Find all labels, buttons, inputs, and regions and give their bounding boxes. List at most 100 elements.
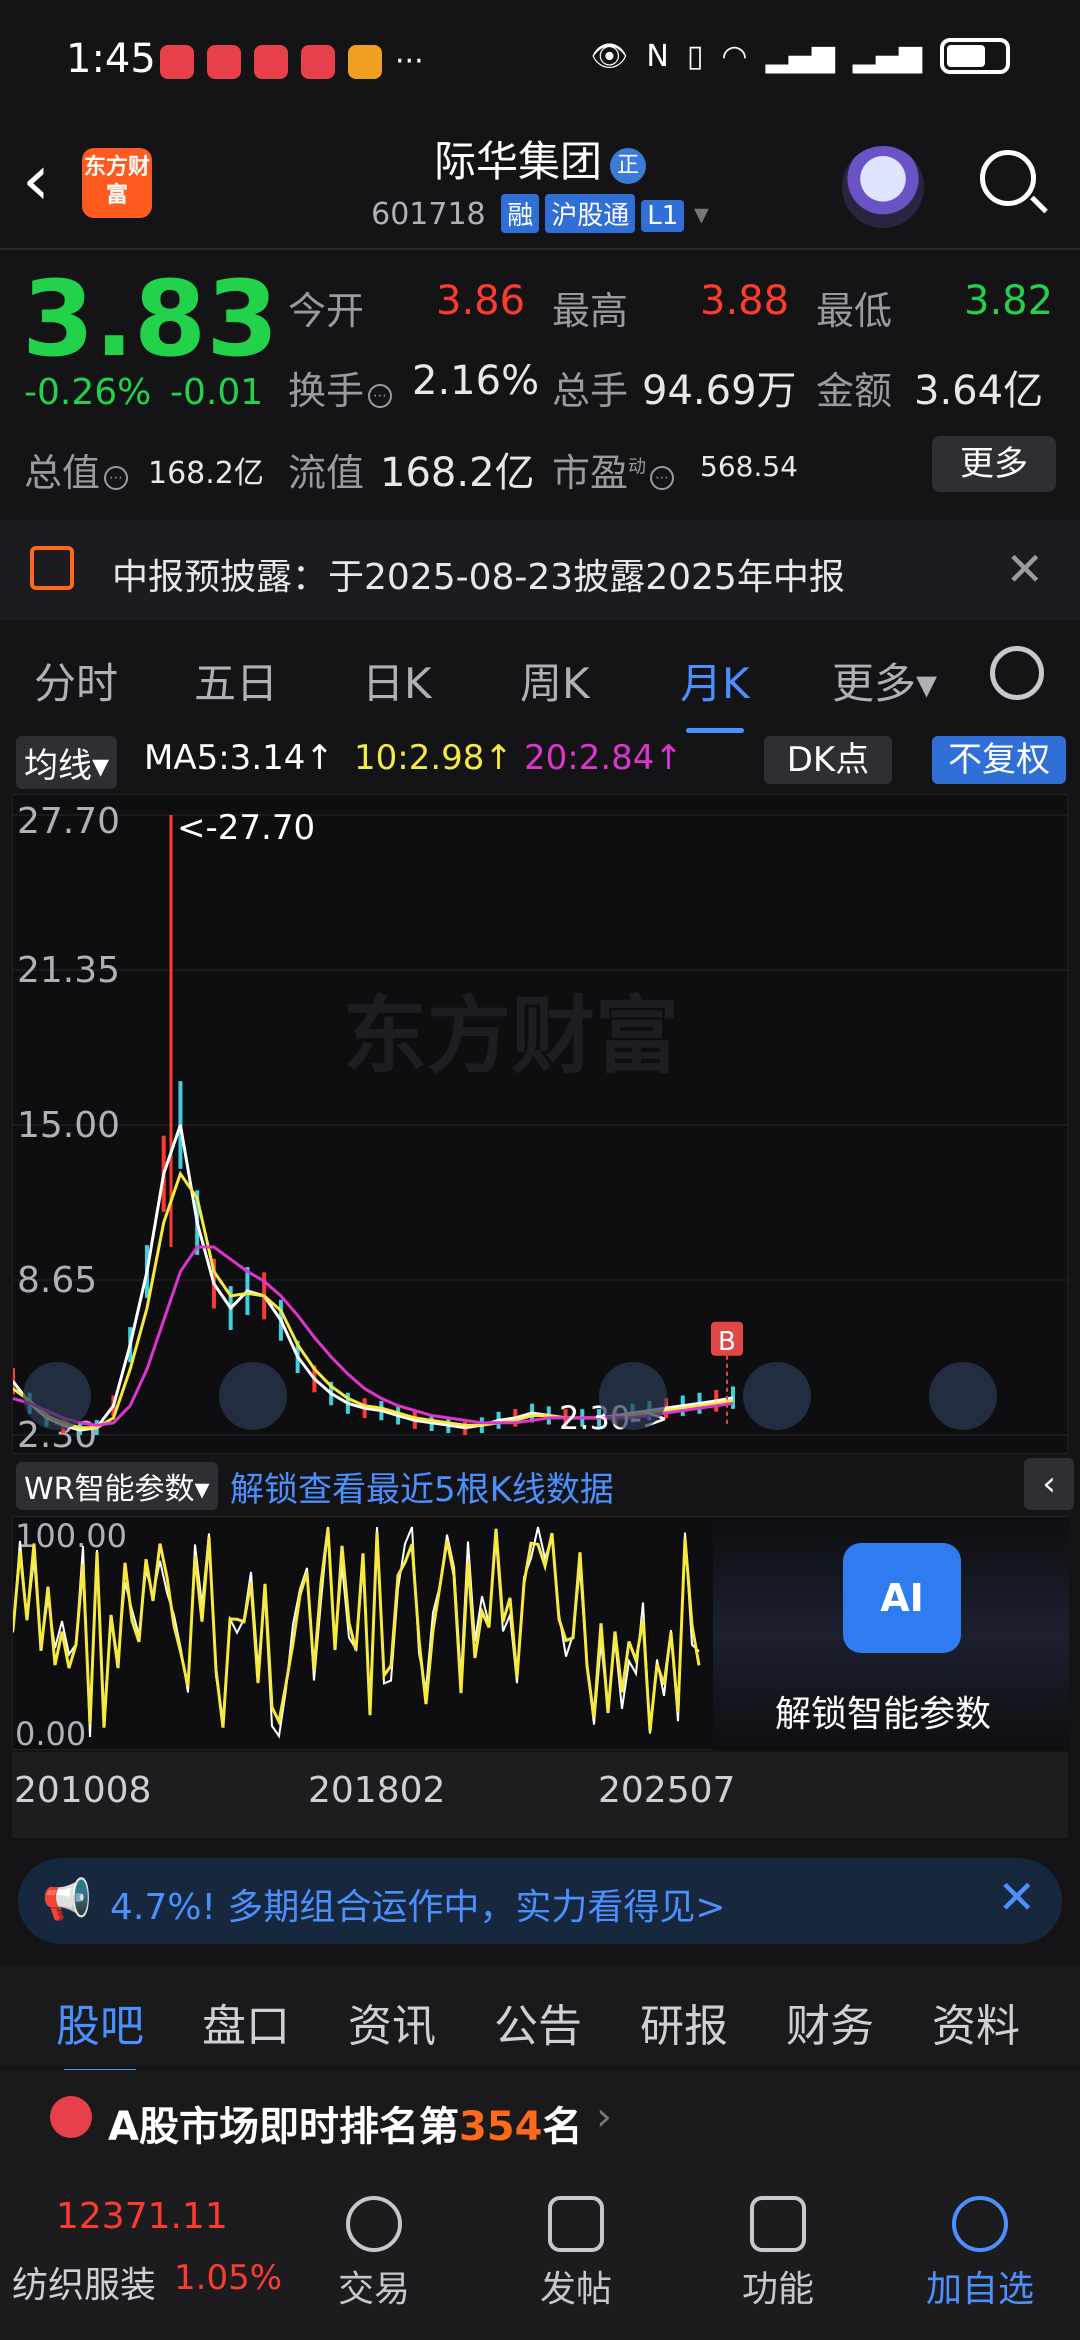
y-tick: 15.00 (17, 1105, 120, 1146)
kline-svg: 东方财富27.7021.3515.008.652.30<-27.702.30->… (11, 801, 1069, 1456)
tab-finance[interactable]: 财务 (786, 1990, 874, 2054)
plus-circle-icon (952, 2196, 1008, 2252)
turnover-label[interactable]: 换手 ⋯ (288, 360, 396, 415)
chevron-right-icon: › (596, 2094, 612, 2140)
pe-value: 568.54 (700, 450, 798, 483)
float-label: 流值 (288, 451, 365, 495)
search-icon[interactable] (980, 150, 1036, 206)
promo-banner[interactable]: 📢 4.7%! 多期组合运作中，实力看得见> ✕ (18, 1858, 1062, 1944)
volume-label: 总手 (552, 369, 629, 413)
chart-nav-button (599, 1361, 667, 1430)
sector-change: 1.05% (174, 2258, 283, 2298)
yen-icon (346, 2196, 402, 2252)
nav-function[interactable]: 功能 (678, 2170, 878, 2340)
tab-monthly-k[interactable]: 月K (680, 650, 750, 733)
notice-text: 中报预披露：于2025-08-23披露2025年中报 (112, 557, 845, 598)
volume-value: 94.69万 (642, 368, 797, 414)
ai-unlock-text: 解锁智能参数 (775, 1694, 992, 1735)
collapse-icon[interactable]: ‹ (1024, 1458, 1074, 1510)
tab-weekly-k[interactable]: 周K (520, 650, 590, 711)
tab-research[interactable]: 研报 (640, 1990, 728, 2054)
divider (0, 248, 1080, 250)
tab-more[interactable]: 更多▾ (832, 650, 937, 711)
turnover-value: 2.16% (412, 358, 540, 404)
open-value: 3.86 (436, 278, 526, 324)
mktcap-label[interactable]: 总值 ⋯ (24, 442, 132, 497)
stock-code: 601718 (371, 197, 486, 232)
rank-row[interactable]: A股市场即时排名第354名 › (0, 2070, 1080, 2170)
nav-label: 交易 (337, 2269, 410, 2310)
amount-value: 3.64亿 (914, 368, 1044, 414)
nav-post[interactable]: 发帖 (476, 2170, 676, 2340)
state-owned-tag: 正 (610, 148, 646, 184)
dk-point-button[interactable]: DK点 (764, 736, 892, 784)
ma5-value: MA5:3.14↑ (144, 738, 334, 778)
content-tabs: 股吧 盘口 资讯 公告 研报 财务 资料 (0, 1966, 1080, 2074)
notification-icons: ··· (160, 44, 424, 79)
rank-icon (50, 2096, 92, 2138)
x-tick: 201008 (14, 1770, 152, 1811)
adjust-button[interactable]: 不复权 (932, 736, 1066, 784)
wifi-icon: ◠ (721, 38, 748, 74)
tab-pankou[interactable]: 盘口 (202, 1990, 290, 2054)
pe-sup: 动 (628, 456, 647, 478)
nav-add-watchlist[interactable]: 加自选 (880, 2170, 1080, 2340)
ma20-value: 20:2.84↑ (524, 738, 683, 778)
tab-profile[interactable]: 资料 (932, 1990, 1020, 2054)
chart-nav-button (743, 1361, 811, 1430)
tab-news[interactable]: 资讯 (348, 1990, 436, 2054)
last-price: 3.83 (22, 258, 279, 380)
battery-icon (940, 38, 1010, 74)
sector-index[interactable]: 12371.11 纺织服装 1.05% (0, 2170, 290, 2340)
eye-icon: 👁 (590, 38, 629, 74)
notice-bar[interactable]: 中报预披露：于2025-08-23披露2025年中报 ✕ (0, 520, 1080, 620)
tab-daily-k[interactable]: 日K (362, 650, 432, 711)
x-tick: 201802 (308, 1770, 446, 1811)
tab-intraday[interactable]: 分时 (34, 650, 118, 711)
bottom-nav: 12371.11 纺织服装 1.05% 交易 发帖 功能 加自选 (0, 2170, 1080, 2340)
change-amount: -0.01 (170, 372, 264, 413)
nav-label: 功能 (741, 2269, 814, 2310)
nav-trade[interactable]: 交易 (274, 2170, 474, 2340)
wr-bottom-label: 0.00 (15, 1715, 86, 1751)
wr-top-label: 100.00 (15, 1517, 127, 1555)
gear-icon[interactable] (990, 646, 1044, 700)
index-value: 12371.11 (56, 2196, 228, 2237)
high-value: 3.88 (700, 278, 790, 324)
app-notification-icon (301, 44, 335, 79)
ai-icon: AI (843, 1543, 961, 1653)
pe-label[interactable]: 市盈动⋯ (552, 442, 678, 497)
tab-guba[interactable]: 股吧 (56, 1990, 144, 2074)
connect-badge: 沪股通 (545, 194, 636, 233)
tab-five-day[interactable]: 五日 (194, 650, 278, 711)
ma-legend-row: 均线▾ MA5:3.14↑ 10:2.98↑ 20:2.84↑ DK点 不复权 (0, 732, 1080, 789)
mktcap-value: 168.2亿 (148, 456, 264, 491)
wr-chart[interactable]: 100.00 0.00 AI 解锁智能参数 (11, 1516, 1069, 1753)
rank-number: 354 (458, 2104, 543, 2150)
robot-assistant-icon[interactable] (842, 146, 924, 228)
low-label: 最低 (816, 289, 893, 333)
watermark: 东方财富 (343, 987, 679, 1085)
chart-nav-button (23, 1361, 91, 1430)
change-pct: -0.26% (24, 372, 152, 413)
unlock-kline-link[interactable]: 解锁查看最近5根K线数据 (230, 1462, 614, 1511)
wr-line-yellow (11, 1528, 701, 1732)
y-tick: 21.35 (17, 950, 120, 991)
y-tick: 8.65 (17, 1260, 97, 1301)
megaphone-icon: 📢 (42, 1877, 92, 1923)
kline-chart[interactable]: 东方财富27.7021.3515.008.652.30<-27.702.30->… (11, 794, 1069, 1456)
indicator-select[interactable]: 均线▾ (16, 736, 118, 789)
signal-icon: ▂▄▆ (765, 38, 835, 74)
x-tick: 202507 (598, 1770, 736, 1811)
close-icon[interactable]: ✕ (1005, 542, 1044, 596)
wr-select[interactable]: WR智能参数▾ (16, 1462, 218, 1510)
open-label: 今开 (288, 289, 365, 333)
ai-unlock-panel[interactable]: AI 解锁智能参数 (713, 1517, 1069, 1751)
tab-announce[interactable]: 公告 (494, 1990, 582, 2054)
chart-nav-button (219, 1361, 287, 1430)
level-badge: L1 (641, 200, 685, 232)
close-icon[interactable]: ✕ (997, 1870, 1036, 1924)
more-quote-button[interactable]: 更多 (932, 436, 1056, 492)
info-icon: ⋯ (104, 466, 129, 490)
info-icon: ⋯ (650, 466, 675, 490)
